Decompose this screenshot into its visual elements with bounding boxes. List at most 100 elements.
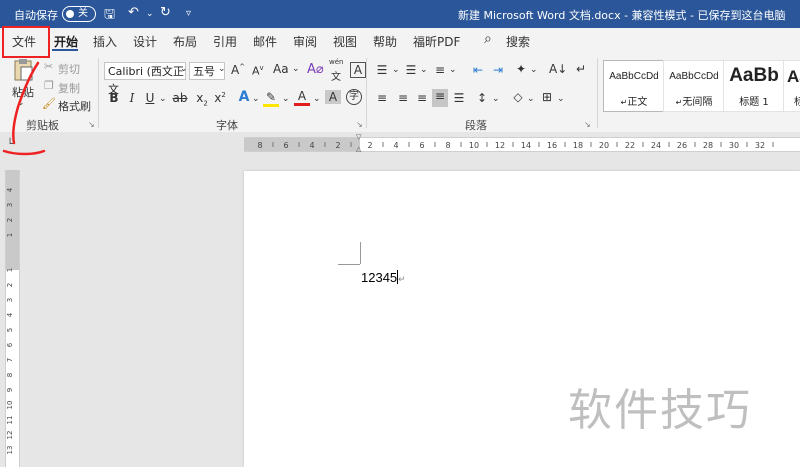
undo-dropdown-icon[interactable]: ⌄ xyxy=(146,9,154,19)
clear-formatting-icon[interactable]: A⌀ xyxy=(307,62,324,77)
document-text[interactable]: 12345↵ xyxy=(361,270,406,285)
ruler-tick-label: 4 xyxy=(6,312,14,317)
group-separator xyxy=(366,58,367,128)
style-heading-2[interactable]: AaB 标 xyxy=(783,60,800,112)
grow-font-icon[interactable]: A^ xyxy=(231,63,245,77)
underline-dropdown-icon[interactable]: ⌄ xyxy=(159,94,167,104)
numbering-icon[interactable]: ☰ xyxy=(403,63,419,77)
tab-review[interactable]: 审阅 xyxy=(293,33,317,50)
style-preview: AaBb xyxy=(729,65,779,86)
search-icon[interactable]: ⌕ xyxy=(484,31,492,47)
multilevel-list-icon[interactable]: ≡ xyxy=(432,63,448,77)
distributed-icon[interactable]: ☰ xyxy=(451,91,467,105)
ruler-tick-label: 7 xyxy=(6,358,14,362)
font-color-icon[interactable]: A xyxy=(294,89,310,106)
line-spacing-icon[interactable]: ↕ xyxy=(474,91,490,105)
copy-button[interactable]: 复制 xyxy=(58,80,80,96)
show-marks-icon[interactable]: ↵ xyxy=(573,62,589,76)
watermark-text: 软件技巧 xyxy=(568,385,752,436)
ruler-tick-label: 8 xyxy=(6,373,14,377)
tab-home[interactable]: 开始 xyxy=(54,33,78,50)
document-title: 新建 Microsoft Word 文档.docx - 兼容性模式 - 已保存到… xyxy=(458,9,786,22)
tab-foxit-pdf[interactable]: 福昕PDF xyxy=(413,33,460,50)
subscript-icon[interactable]: x2 xyxy=(194,91,210,107)
cut-button[interactable]: 剪切 xyxy=(58,61,80,77)
phonetic-guide-icon[interactable]: 文 xyxy=(331,68,341,83)
style-name: ↵无间隔 xyxy=(675,97,713,108)
borders-icon[interactable]: ⊞ xyxy=(539,90,555,104)
autosave-toggle[interactable]: 关 xyxy=(62,6,96,22)
tab-insert[interactable]: 插入 xyxy=(93,33,117,50)
annotation-highlight-box xyxy=(2,26,50,58)
ruler-tick-label: 16 xyxy=(547,141,557,150)
change-case-dropdown-icon[interactable]: ⌄ xyxy=(292,64,300,74)
strikethrough-icon[interactable]: ab xyxy=(172,91,188,105)
tab-references[interactable]: 引用 xyxy=(213,33,237,50)
bold-icon[interactable]: B xyxy=(106,91,122,105)
change-case-icon[interactable]: Aa xyxy=(273,62,289,76)
borders-dropdown-icon[interactable]: ⌄ xyxy=(557,94,565,104)
font-color-dropdown-icon[interactable]: ⌄ xyxy=(313,94,321,104)
align-left-icon[interactable]: ≡ xyxy=(374,91,390,105)
ruler-tick-label: 10 xyxy=(469,141,479,150)
highlight-icon[interactable]: ✎ xyxy=(263,90,279,107)
format-painter-button[interactable]: 格式刷 xyxy=(58,98,91,114)
font-name-field[interactable]: Calibri (西文正文 xyxy=(104,62,186,96)
superscript-icon[interactable]: x2 xyxy=(212,91,228,105)
active-tab-indicator xyxy=(52,49,78,51)
search-label[interactable]: 搜索 xyxy=(506,33,530,50)
style-no-spacing[interactable]: AaBbCcDd ↵无间隔 xyxy=(663,60,725,112)
shading-icon[interactable]: ◇ xyxy=(510,90,526,104)
ruler-tick-label: 13 xyxy=(6,446,14,455)
enclose-characters-icon[interactable]: 字 xyxy=(346,89,362,105)
ruler-tick-label: 30 xyxy=(729,141,739,150)
autosave-label: 自动保存 xyxy=(14,9,58,22)
toggle-knob xyxy=(66,10,74,18)
style-normal[interactable]: AaBbCcDd ↵正文 xyxy=(603,60,665,112)
align-center-icon[interactable]: ≡ xyxy=(395,91,411,105)
multilevel-dropdown-icon[interactable]: ⌄ xyxy=(449,65,457,75)
chinese-layout-icon[interactable]: ✦ xyxy=(513,62,529,76)
tab-view[interactable]: 视图 xyxy=(333,33,357,50)
character-shading-icon[interactable]: A xyxy=(325,90,341,104)
save-icon[interactable]: 🖫 xyxy=(104,5,115,27)
font-launcher-icon[interactable]: ↘ xyxy=(356,120,363,129)
character-border-icon[interactable]: A xyxy=(350,62,366,78)
style-heading-1[interactable]: AaBb 标题 1 xyxy=(723,60,785,112)
tab-design[interactable]: 设计 xyxy=(133,33,157,50)
increase-indent-icon[interactable]: ⇥ xyxy=(490,63,506,77)
horizontal-ruler[interactable]: 8 6 4 2 2 4 6 8 10 12 14 16 18 20 22 24 26 28 30 32 xyxy=(244,137,800,152)
tab-mailings[interactable]: 邮件 xyxy=(253,33,277,50)
undo-icon[interactable]: ↶ xyxy=(128,5,139,20)
vertical-ruler[interactable]: 4 3 2 1 1 2 3 4 5 6 7 8 9 10 11 12 13 xyxy=(5,170,20,467)
font-size-dropdown-icon[interactable]: ⌄ xyxy=(218,64,226,74)
shading-dropdown-icon[interactable]: ⌄ xyxy=(527,94,535,104)
hanging-indent-icon[interactable]: △ xyxy=(356,145,361,153)
bullets-icon[interactable]: ☰ xyxy=(374,63,390,77)
sort-icon[interactable]: A↓ xyxy=(549,62,567,76)
align-right-icon[interactable]: ≡ xyxy=(414,91,430,105)
decrease-indent-icon[interactable]: ⇤ xyxy=(470,63,486,77)
highlight-dropdown-icon[interactable]: ⌄ xyxy=(282,94,290,104)
shrink-font-icon[interactable]: Av xyxy=(252,64,264,78)
underline-icon[interactable]: U xyxy=(142,91,158,105)
indent-marker-icon[interactable]: ▽ xyxy=(356,133,361,141)
chinese-layout-dropdown-icon[interactable]: ⌄ xyxy=(530,65,538,75)
tab-layout[interactable]: 布局 xyxy=(173,33,197,50)
font-name-dropdown-icon[interactable]: ⌄ xyxy=(180,64,188,74)
numbering-dropdown-icon[interactable]: ⌄ xyxy=(420,65,428,75)
bullets-dropdown-icon[interactable]: ⌄ xyxy=(392,65,400,75)
text-effects-dropdown-icon[interactable]: ⌄ xyxy=(252,94,260,104)
tab-help[interactable]: 帮助 xyxy=(373,33,397,50)
paragraph-launcher-icon[interactable]: ↘ xyxy=(584,120,591,129)
style-name: 标 xyxy=(784,93,800,108)
redo-icon[interactable]: ↻ xyxy=(160,5,171,20)
text-effects-icon[interactable]: A xyxy=(236,89,252,105)
justify-icon[interactable]: ≡ xyxy=(432,89,448,107)
italic-icon[interactable]: I xyxy=(124,91,140,105)
ruler-tick-label: 2 xyxy=(6,218,14,222)
line-spacing-dropdown-icon[interactable]: ⌄ xyxy=(492,94,500,104)
group-separator xyxy=(98,58,99,128)
clipboard-launcher-icon[interactable]: ↘ xyxy=(88,120,95,129)
customize-qat-icon[interactable]: ▿ xyxy=(186,8,191,19)
